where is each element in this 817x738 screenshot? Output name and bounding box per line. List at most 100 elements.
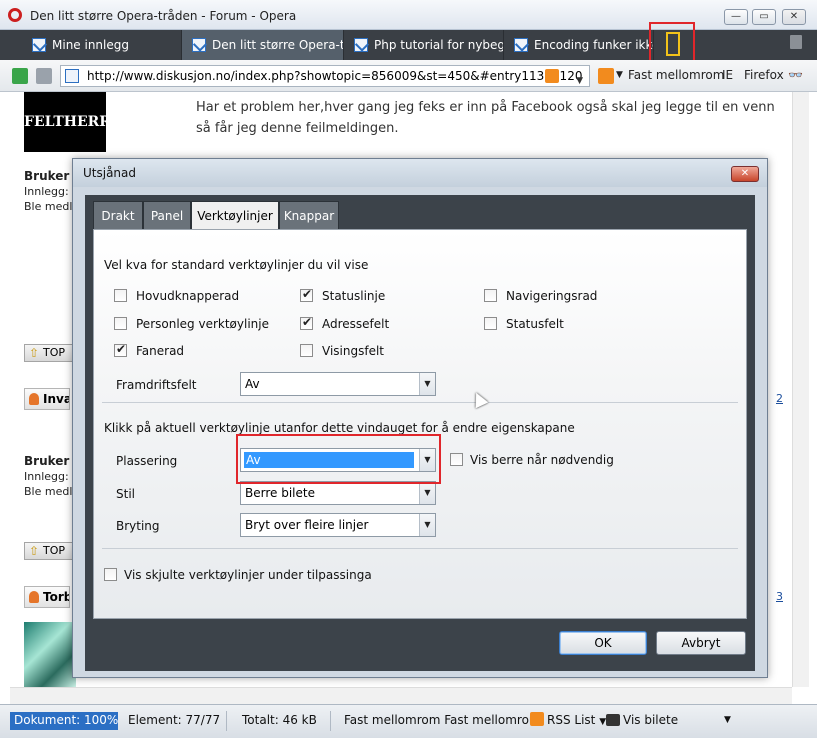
page-icon [514, 38, 528, 52]
post-number-link[interactable]: 3 [776, 590, 783, 603]
status-spaces[interactable]: Fast mellomrom Fast mellomrom [344, 712, 541, 728]
select-value: Berre bilete [245, 486, 315, 500]
url-input[interactable]: http://www.diskusjon.no/index.php?showto… [60, 65, 590, 87]
dialog-body: Drakt Panel Verktøylinjer Knappar Vel kv… [85, 195, 755, 671]
tab-label: Den litt større Opera-tr... [212, 38, 343, 52]
tab-label: Php tutorial for nybeg... [374, 38, 504, 52]
status-document: Dokument: 100% [10, 712, 118, 730]
user-posts: Innlegg: 4 [24, 470, 80, 483]
tab-verktoylinjer[interactable]: Verktøylinjer [191, 201, 279, 229]
checkbox-label: Fanerad [136, 344, 185, 358]
divider [102, 402, 738, 403]
status-element: Element: 77/77 [128, 713, 221, 727]
wrap-select[interactable]: Bryt over fleire linjer ▼ [240, 513, 436, 537]
checkbox-fanerad[interactable] [114, 342, 127, 357]
user-role: Bruker [24, 454, 70, 468]
firefox-button[interactable]: Firefox [744, 68, 784, 82]
ie-button[interactable]: IE [722, 68, 733, 82]
reload-icon[interactable] [12, 68, 28, 84]
tab-knappar[interactable]: Knappar [279, 201, 339, 229]
checkbox-label: Adressefelt [322, 317, 390, 331]
top-button[interactable]: TOP [24, 344, 76, 362]
checkbox-label: Vis skjulte verktøylinjer under tilpassi… [124, 568, 372, 582]
tab-panel[interactable]: Panel [143, 201, 191, 229]
trash-icon[interactable] [790, 35, 802, 49]
view-image-label: Vis bilete [623, 713, 679, 727]
section-standard-toolbars-heading: Vel kva for standard verktøylinjer du vi… [104, 258, 369, 272]
checkbox-label: Hovudknapperad [136, 289, 240, 303]
close-window-button[interactable]: ✕ [782, 9, 806, 25]
minimize-button[interactable]: — [724, 9, 748, 25]
post-number-link[interactable]: 2 [776, 392, 783, 405]
post-text: Har et problem her,hver gang jeg feks er… [196, 100, 775, 136]
feed-icon[interactable] [598, 68, 614, 84]
checkbox-label: Navigeringsrad [506, 289, 598, 303]
user-posts: Innlegg: 1 [24, 185, 80, 198]
status-bar: Dokument: 100% Element: 77/77 Totalt: 46… [0, 704, 817, 738]
feed-dropdown[interactable]: ▼ [616, 70, 623, 80]
chevron-down-icon: ▼ [419, 482, 435, 504]
statusbar-menu-dropdown[interactable]: ▼ [724, 712, 731, 728]
chevron-down-icon: ▼ [419, 373, 435, 395]
user-avatar-image [24, 622, 76, 687]
view-image-button[interactable]: Vis bilete [606, 712, 678, 728]
tab-drakt[interactable]: Drakt [93, 201, 143, 229]
fast-mellomrom-button[interactable]: Fast mellomrom [628, 68, 724, 82]
checkbox-show-hidden-toolbars[interactable] [104, 568, 117, 581]
page-icon [354, 38, 368, 52]
style-select[interactable]: Berre bilete ▼ [240, 481, 436, 505]
checkbox-label: Personleg verktøylinje [136, 317, 269, 331]
chevron-down-icon: ▼ [419, 514, 435, 536]
user-profile-button[interactable]: Invac [24, 388, 70, 410]
vertical-scrollbar[interactable] [792, 92, 809, 687]
checkbox-statusfelt[interactable] [484, 317, 497, 330]
progress-field-label: Framdriftsfelt [116, 378, 197, 392]
checkbox-hovudknapperad[interactable] [114, 289, 127, 302]
tab-php-tutorial[interactable]: Php tutorial for nybeg... [344, 30, 504, 60]
status-total: Totalt: 46 kB [242, 713, 317, 727]
rss-list-label: RSS List [547, 713, 596, 727]
tab-opera-traden[interactable]: Den litt større Opera-tr... [182, 30, 344, 60]
progress-field-select[interactable]: Av ▼ [240, 372, 436, 396]
select-value: Bryt over fleire linjer [245, 518, 369, 532]
checkbox-label: Statuslinje [322, 289, 386, 303]
cancel-button[interactable]: Avbryt [656, 631, 746, 655]
rss-feed-icon[interactable] [545, 69, 559, 83]
maximize-button[interactable]: ▭ [752, 9, 776, 25]
address-bar: http://www.diskusjon.no/index.php?showto… [0, 60, 817, 92]
rss-icon [530, 712, 544, 726]
checkbox-adressefelt[interactable] [300, 315, 313, 330]
checkbox-visingsfelt[interactable] [300, 344, 313, 357]
wand-icon[interactable] [36, 68, 52, 84]
glasses-icon[interactable]: 👓 [788, 68, 803, 82]
checkbox-show-when-needed[interactable] [450, 453, 463, 466]
ok-button[interactable]: OK [559, 631, 647, 655]
url-text: http://www.diskusjon.no/index.php?showto… [87, 69, 583, 83]
toolbars-panel: Vel kva for standard verktøylinjer du vi… [93, 229, 747, 619]
rss-list-button[interactable]: RSS List ▼ [530, 712, 606, 730]
wrap-label: Bryting [116, 519, 160, 533]
page-icon [32, 38, 46, 52]
top-button[interactable]: TOP [24, 542, 76, 560]
checkbox-navigeringsrad[interactable] [484, 289, 497, 302]
dialog-close-button[interactable]: ✕ [731, 166, 759, 182]
tab-encoding[interactable]: Encoding funker ikke! ... [504, 30, 654, 60]
annotation-highlight-placement [236, 434, 441, 484]
style-label: Stil [116, 487, 135, 501]
user-role: Bruker [24, 169, 70, 183]
page-icon [65, 69, 79, 83]
checkbox-label: Visingsfelt [322, 344, 384, 358]
divider [226, 711, 227, 731]
tab-mine-innlegg[interactable]: Mine innlegg [22, 30, 182, 60]
divider [102, 548, 738, 549]
image-icon [606, 714, 620, 726]
user-avatar: FELTHERRE [24, 92, 122, 152]
checkbox-statuslinje[interactable] [300, 287, 313, 302]
user-profile-button[interactable]: Torb [24, 586, 70, 608]
horizontal-scrollbar[interactable] [10, 687, 792, 704]
tab-label: Encoding funker ikke! ... [534, 38, 653, 52]
placement-label: Plassering [116, 454, 178, 468]
url-history-dropdown[interactable]: ▼ [576, 71, 583, 91]
checkbox-personleg-verktoylinje[interactable] [114, 317, 127, 330]
checkbox-label: Statusfelt [506, 317, 564, 331]
